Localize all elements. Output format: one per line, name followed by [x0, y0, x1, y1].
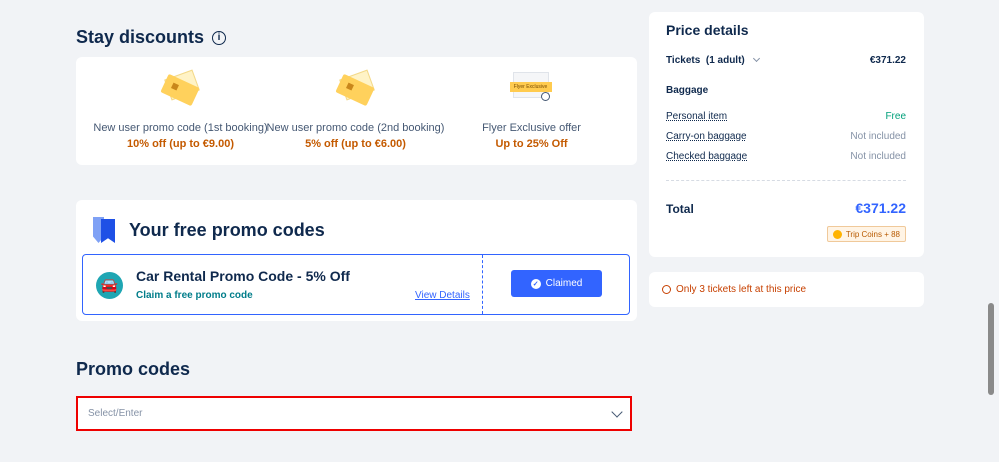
tickets-left-alert: Only 3 tickets left at this price: [649, 272, 924, 307]
baggage-label: Baggage: [666, 85, 709, 96]
stay-discounts-card: New user promo code (1st booking) 10% of…: [76, 57, 637, 165]
discount-label: Flyer Exclusive offer: [482, 122, 581, 134]
info-icon[interactable]: i: [212, 30, 227, 45]
tickets-price: €371.22: [869, 55, 906, 66]
baggage-row-checked: Checked baggage Not included: [666, 151, 906, 162]
bookmark-ticket-icon: [93, 217, 115, 243]
promo-ticket-icon: [159, 69, 201, 107]
alert-text: Only 3 tickets left at this price: [676, 284, 807, 295]
claimed-button[interactable]: ✓ Claimed: [511, 270, 602, 297]
price-details-card: Price details Tickets (1 adult) €371.22 …: [649, 12, 924, 257]
tickets-qty: (1 adult): [705, 55, 745, 66]
stay-discounts-heading: Stay discounts: [76, 27, 205, 47]
car-icon: 🚘: [96, 272, 123, 299]
chevron-down-icon: [611, 406, 623, 418]
discount-item-1[interactable]: New user promo code (1st booking) 10% of…: [87, 57, 274, 150]
discount-item-2[interactable]: New user promo code (2nd booking) 5% off…: [262, 57, 449, 150]
coupon-subtitle: Claim a free promo code: [136, 290, 253, 301]
discount-label: New user promo code (1st booking): [93, 122, 268, 134]
discount-label: New user promo code (2nd booking): [266, 122, 445, 134]
check-circle-icon: ✓: [530, 278, 541, 289]
promo-code-select[interactable]: Select/Enter: [76, 396, 632, 431]
discount-value: 5% off (up to €6.00): [305, 138, 406, 150]
baggage-item-label[interactable]: Personal item: [666, 111, 727, 122]
baggage-item-label[interactable]: Carry-on baggage: [666, 131, 747, 142]
car-rental-coupon: 🚘 Car Rental Promo Code - 5% Off Claim a…: [82, 254, 630, 315]
divider: [666, 180, 906, 181]
discount-value: 10% off (up to €9.00): [127, 138, 234, 150]
baggage-item-label[interactable]: Checked baggage: [666, 151, 747, 162]
trip-coins-text: Trip Coins + 88: [845, 229, 900, 239]
total-label: Total: [666, 202, 694, 216]
baggage-row-personal: Personal item Free: [666, 111, 906, 122]
free-promo-codes-card: Your free promo codes 🚘 Car Rental Promo…: [76, 200, 637, 321]
flyer-exclusive-icon: Flyer Exclusive: [509, 70, 554, 106]
tickets-row[interactable]: Tickets (1 adult) €371.22: [666, 54, 906, 66]
discount-item-3[interactable]: Flyer Exclusive Flyer Exclusive offer Up…: [438, 57, 625, 150]
baggage-item-value: Not included: [850, 151, 906, 162]
alarm-clock-icon: [662, 285, 671, 294]
chevron-down-icon: [752, 54, 760, 63]
coin-icon: [832, 229, 842, 239]
baggage-item-value: Not included: [850, 131, 906, 142]
promo-ticket-icon: [334, 69, 376, 107]
baggage-item-value: Free: [885, 111, 906, 122]
free-promo-heading: Your free promo codes: [129, 219, 325, 240]
stay-discounts-title: Stay discounts i: [76, 27, 227, 48]
tickets-label: Tickets: [666, 55, 701, 66]
coupon-divider: [482, 255, 483, 314]
baggage-row-carry-on: Carry-on baggage Not included: [666, 131, 906, 142]
flyer-exclusive-image-text: Flyer Exclusive: [509, 82, 552, 92]
promo-codes-title: Promo codes: [76, 359, 191, 379]
claimed-label: Claimed: [545, 278, 583, 289]
total-value: €371.22: [855, 200, 906, 216]
view-details-link[interactable]: View Details: [415, 290, 470, 301]
coupon-title: Car Rental Promo Code - 5% Off: [136, 268, 350, 284]
trip-coins-badge: Trip Coins + 88: [826, 226, 906, 242]
free-promo-title: Your free promo codes: [93, 217, 325, 243]
promo-code-placeholder: Select/Enter: [88, 408, 143, 419]
scrollbar[interactable]: [988, 303, 994, 395]
discount-value: Up to 25% Off: [495, 138, 568, 150]
price-details-title: Price details: [666, 22, 749, 38]
